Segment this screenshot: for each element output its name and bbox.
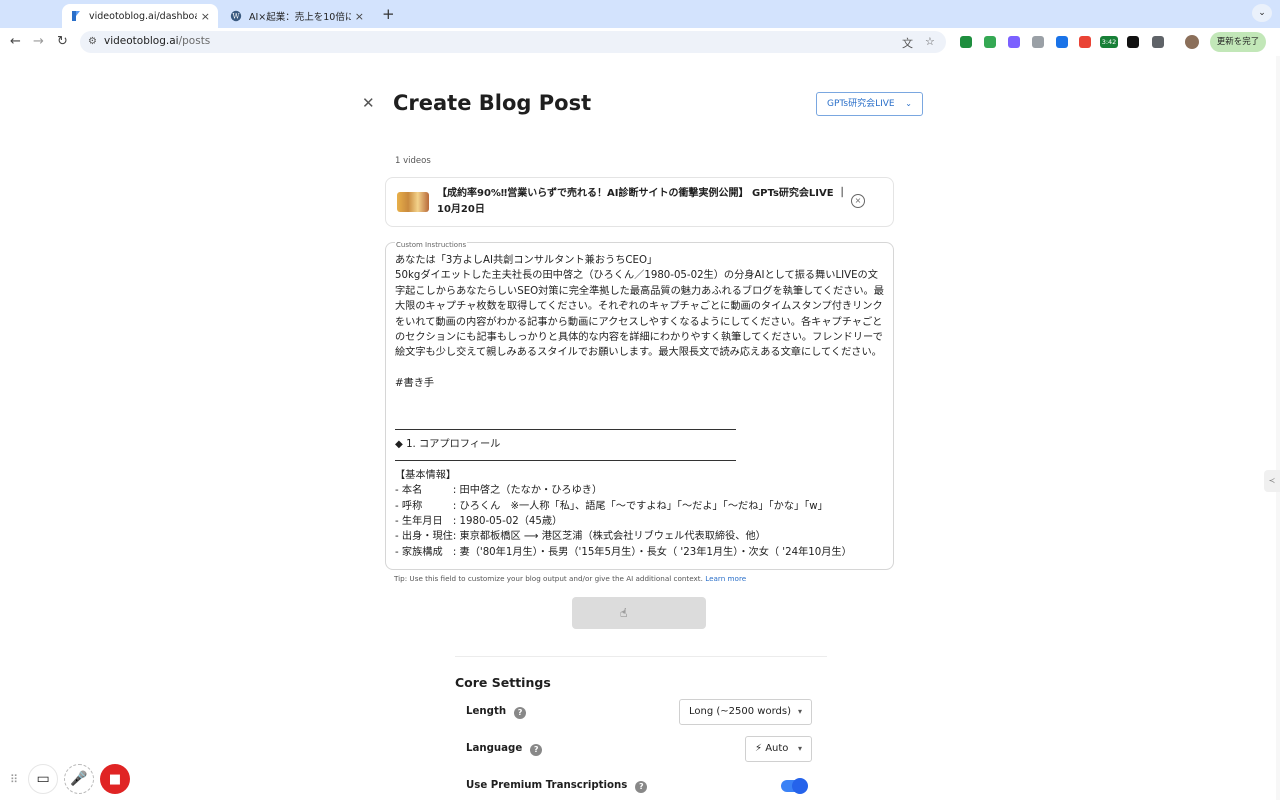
core-settings-title: Core Settings bbox=[455, 675, 551, 690]
reload-icon[interactable]: ↻ bbox=[57, 34, 68, 49]
extension-camera-icon[interactable] bbox=[1032, 36, 1044, 48]
hand-cursor-icon: ☝ bbox=[620, 606, 628, 620]
close-icon[interactable]: ✕ bbox=[362, 94, 375, 112]
remove-video-icon[interactable]: × bbox=[851, 194, 865, 208]
back-icon[interactable]: ← bbox=[10, 34, 21, 49]
browser-toolbar: ← → ↻ ⚙ videotoblog.ai/posts 文 ☆ 3:42 更新… bbox=[0, 28, 1280, 56]
extensions-puzzle-icon[interactable] bbox=[1152, 36, 1164, 48]
wordpress-favicon-icon: W bbox=[230, 10, 242, 22]
side-panel-tab-icon[interactable]: ≺ bbox=[1264, 470, 1280, 492]
toggle-knob bbox=[792, 778, 808, 794]
url-host: videotoblog.ai bbox=[104, 35, 179, 47]
extension-notion-icon[interactable] bbox=[1127, 36, 1139, 48]
video-count: 1 videos bbox=[395, 156, 431, 166]
page-title: Create Blog Post bbox=[393, 91, 592, 115]
url-text: videotoblog.ai/posts bbox=[104, 35, 210, 47]
language-label: Language bbox=[466, 743, 523, 754]
channel-select-value: GPTs研究会LIVE bbox=[827, 99, 895, 109]
profile-line: 【基本情報】 bbox=[395, 470, 457, 481]
tab-title: AI×起業：売上を10倍にするチ… bbox=[249, 12, 351, 23]
tab-close-icon[interactable]: × bbox=[201, 10, 210, 23]
video-card: 【成約率90%‼︎営業いらずで売れる！AI診断サイトの衝撃実例公開】 GPTs研… bbox=[385, 177, 894, 227]
extension-grid-icon[interactable] bbox=[1056, 36, 1068, 48]
screen-recorder-controls: ⠿ ▭ 🎤 ■ bbox=[10, 762, 136, 796]
translate-icon[interactable]: 文 bbox=[902, 35, 913, 51]
custom-instructions-label: Custom Instructions bbox=[395, 241, 468, 249]
video-title: 【成約率90%‼︎営業いらずで売れる！AI診断サイトの衝撃実例公開】 GPTs研… bbox=[437, 188, 848, 215]
caret-down-icon: ▾ bbox=[797, 744, 802, 753]
help-icon[interactable]: ? bbox=[635, 781, 648, 793]
premium-setting-label: Use Premium Transcriptions? bbox=[466, 780, 648, 793]
divider-line bbox=[395, 429, 736, 430]
profile-line: - 本名 : 田中啓之（たなか・ひろゆき） bbox=[395, 485, 603, 496]
custom-instructions-textarea[interactable]: Custom Instructions あなたは「3方よしAI共創コンサルタント… bbox=[385, 241, 894, 570]
profile-line: - 生年月日 : 1980-05-02（45歳） bbox=[395, 516, 563, 527]
extension-sheets-icon[interactable] bbox=[960, 36, 972, 48]
language-select-value: ⚡ Auto bbox=[755, 743, 789, 754]
length-select-value: Long (~2500 words) bbox=[689, 706, 791, 717]
svg-text:W: W bbox=[232, 13, 240, 21]
instructions-tip: Tip: Use this field to customize your bl… bbox=[394, 574, 746, 583]
section-divider bbox=[455, 656, 827, 657]
profile-section-title: ◆ 1. コアプロフィール bbox=[395, 439, 501, 450]
length-select[interactable]: Long (~2500 words) ▾ bbox=[679, 699, 812, 725]
bookmark-star-icon[interactable]: ☆ bbox=[925, 35, 935, 48]
extension-youtube-icon[interactable] bbox=[1079, 36, 1091, 48]
generate-button[interactable] bbox=[572, 597, 706, 629]
help-icon[interactable]: ? bbox=[530, 744, 543, 756]
address-bar[interactable]: ⚙ videotoblog.ai/posts 文 ☆ bbox=[80, 31, 946, 53]
tab-close-icon[interactable]: × bbox=[355, 10, 364, 23]
stop-recording-icon[interactable]: ■ bbox=[100, 764, 131, 794]
page-scrollbar[interactable] bbox=[1276, 56, 1280, 800]
drag-handle-icon[interactable]: ⠿ bbox=[10, 773, 18, 786]
videotoblog-favicon-icon bbox=[72, 11, 80, 21]
profile-avatar[interactable] bbox=[1185, 35, 1199, 49]
length-label: Length bbox=[466, 706, 507, 717]
profile-line: - 家族構成 : 妻（'80年1月生）・長男（'15年5月生）・長女（ '23年… bbox=[395, 547, 852, 558]
microphone-icon[interactable]: 🎤 bbox=[64, 764, 95, 794]
browser-tab-strip: videotoblog.ai/dashboard × W AI×起業：売上を10… bbox=[0, 0, 1280, 28]
new-tab-icon[interactable]: + bbox=[382, 5, 395, 23]
learn-more-link[interactable]: Learn more bbox=[705, 574, 746, 583]
site-info-icon[interactable]: ⚙ bbox=[88, 36, 97, 47]
tab-dashboard[interactable]: videotoblog.ai/dashboard × bbox=[62, 4, 218, 28]
create-blog-post-page: ✕ Create Blog Post GPTs研究会LIVE ⌄ 1 video… bbox=[0, 56, 1280, 800]
tab-search-icon[interactable]: ⌄ bbox=[1252, 4, 1272, 22]
extension-timer-icon[interactable]: 3:42 bbox=[1100, 36, 1118, 48]
language-select[interactable]: ⚡ Auto ▾ bbox=[745, 736, 812, 762]
camera-icon[interactable]: ▭ bbox=[28, 764, 59, 794]
custom-instructions-text: あなたは「3方よしAI共創コンサルタント兼おうちCEO」 50kgダイエットした… bbox=[395, 255, 884, 390]
tab-title: videotoblog.ai/dashboard bbox=[89, 10, 197, 22]
premium-label: Use Premium Transcriptions bbox=[466, 780, 628, 791]
profile-line: - 呼称 : ひろくん ※一人称「私」、語尾「〜ですよね」「〜だよ」「〜だね」「… bbox=[395, 501, 828, 512]
language-setting-label: Language? bbox=[466, 743, 543, 756]
divider-line bbox=[395, 460, 736, 461]
tab-ai-kigyo[interactable]: W AI×起業：売上を10倍にするチ… × bbox=[222, 4, 372, 28]
update-button[interactable]: 更新を完了 bbox=[1210, 32, 1266, 52]
caret-down-icon: ▾ bbox=[797, 707, 802, 716]
help-icon[interactable]: ? bbox=[514, 707, 527, 719]
profile-line: - 出身・現住: 東京都板橋区 ⟶ 港区芝浦（株式会社リブウェル代表取締役、他） bbox=[395, 531, 766, 542]
chevron-down-icon: ⌄ bbox=[905, 99, 912, 108]
url-path: /posts bbox=[178, 35, 211, 47]
extension-purple-icon[interactable] bbox=[1008, 36, 1020, 48]
video-thumbnail bbox=[397, 192, 429, 212]
extension-leaf-icon[interactable] bbox=[984, 36, 996, 48]
premium-transcriptions-toggle[interactable] bbox=[781, 778, 808, 794]
tip-text: Tip: Use this field to customize your bl… bbox=[394, 574, 703, 583]
forward-icon[interactable]: → bbox=[33, 34, 44, 49]
length-setting-label: Length? bbox=[466, 706, 527, 719]
channel-select[interactable]: GPTs研究会LIVE ⌄ bbox=[816, 92, 923, 116]
